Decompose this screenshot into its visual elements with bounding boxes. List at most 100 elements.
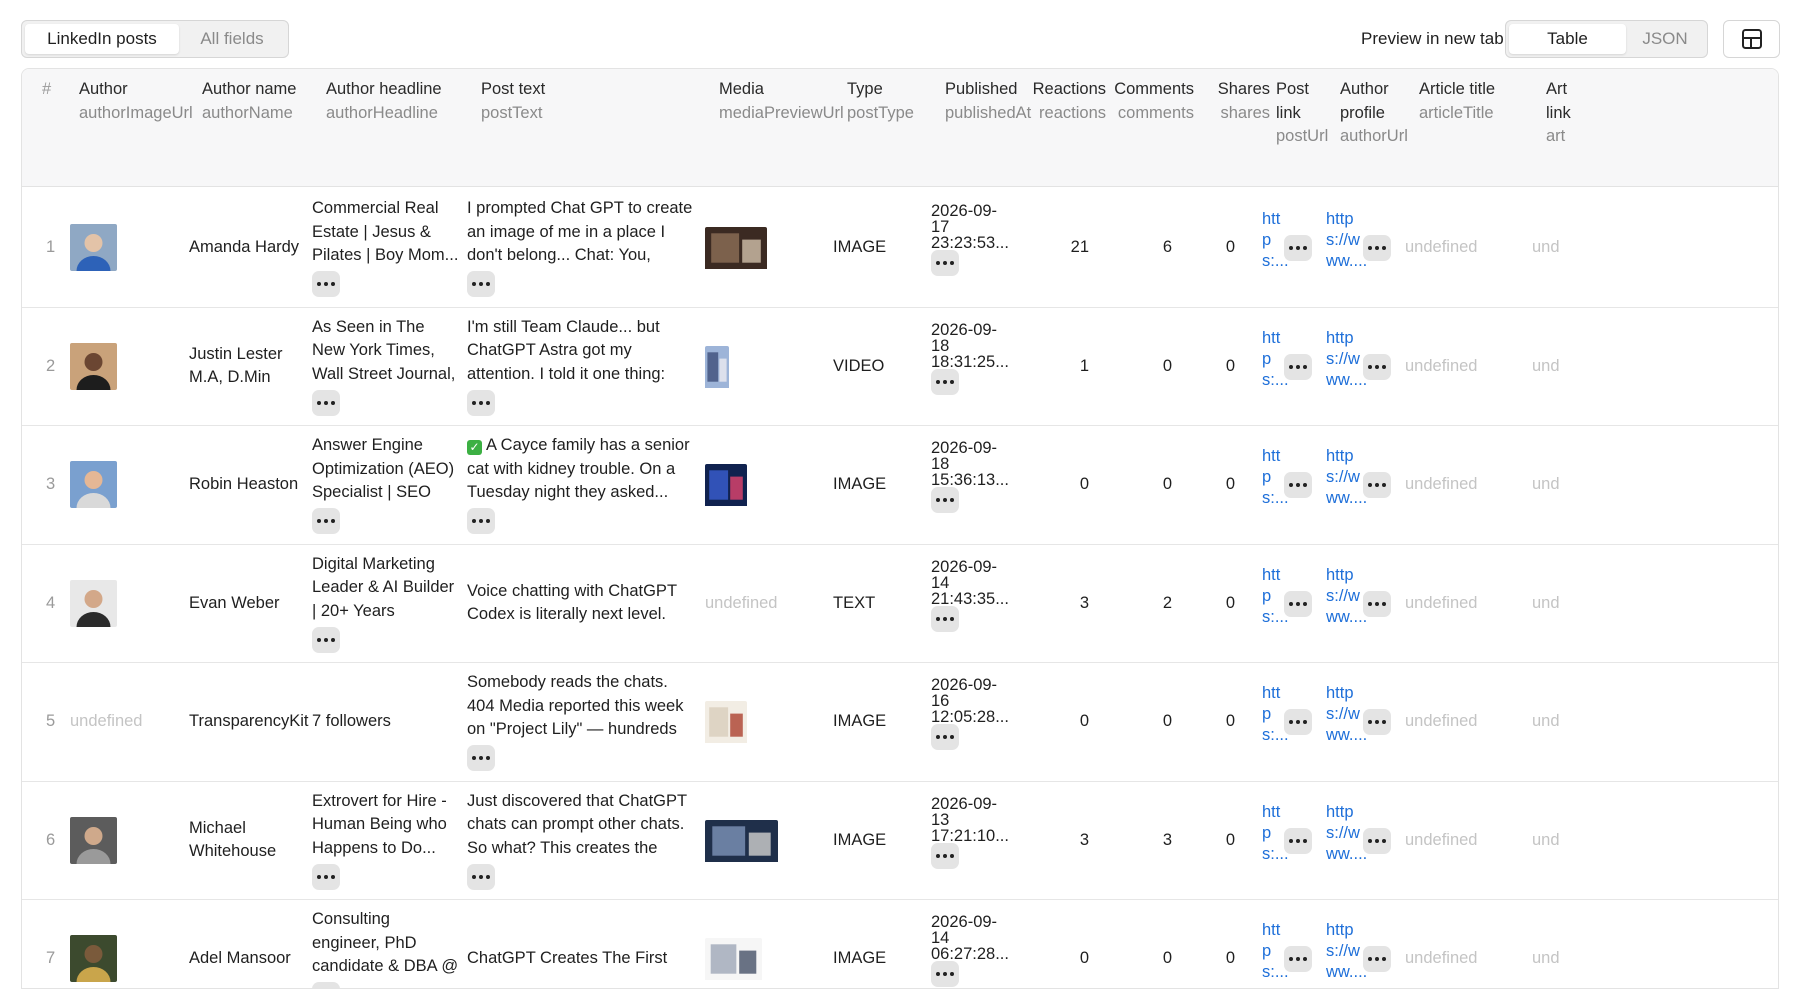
expand-profile-link-button[interactable] (1363, 827, 1391, 854)
expand-published-button[interactable] (931, 724, 959, 750)
expand-profile-link-button[interactable] (1363, 472, 1391, 499)
expand-post-text-button[interactable] (467, 745, 495, 771)
expand-profile-link-button[interactable] (1363, 590, 1391, 617)
profile-link-part: http (1326, 565, 1354, 584)
expand-published-button[interactable] (931, 368, 959, 395)
column-header-1[interactable]: Author authorImageUrl (79, 78, 199, 125)
column-title: Published (945, 80, 1018, 98)
author-profile-link[interactable]: http s://w ww.... (1326, 683, 1367, 746)
media-preview[interactable] (705, 464, 747, 511)
post-link-part: htt (1262, 328, 1281, 347)
expand-post-text-button[interactable] (467, 389, 495, 416)
row-number: 3 (46, 475, 56, 494)
column-header-5[interactable]: Media mediaPreviewUrl (719, 78, 844, 125)
table-row: 4 Evan Weber Digital Marketing Leader & AI… (22, 544, 1778, 663)
column-header-13[interactable]: Article title articleTitle (1419, 78, 1539, 125)
expand-post-link-button[interactable] (1284, 946, 1312, 973)
expand-headline-button[interactable] (312, 508, 340, 534)
column-header-0[interactable]: # (42, 78, 62, 102)
author-headline: Commercial Real Estate | Jesus & Pilates… (312, 199, 459, 264)
expand-published-button[interactable] (931, 487, 959, 513)
preview-in-new-tab-link[interactable]: Preview in new tab (1361, 20, 1504, 58)
expand-profile-link-button[interactable] (1363, 235, 1391, 262)
expand-post-link-button[interactable] (1284, 235, 1312, 262)
author-headline: Digital Marketing Leader & AI Builder | … (312, 554, 455, 620)
media-preview[interactable] (705, 938, 762, 985)
column-header-7[interactable]: Published publishedAt (945, 78, 1031, 125)
article-link: und (1532, 712, 1560, 731)
expand-published-button[interactable] (931, 605, 959, 632)
layout-toggle-button[interactable] (1723, 20, 1780, 58)
post-type: VIDEO (833, 356, 885, 375)
column-header-8[interactable]: Reactions reactions (1028, 78, 1106, 125)
expand-published-button[interactable] (931, 250, 959, 276)
expand-post-link-button[interactable] (1284, 590, 1312, 617)
column-key: articleTitle (1419, 103, 1494, 122)
expand-post-text-button[interactable] (467, 508, 495, 534)
column-header-12[interactable]: Author profile authorUrl (1340, 78, 1410, 149)
expand-published-button[interactable] (931, 842, 959, 869)
tab-linkedin-posts[interactable]: LinkedIn posts (25, 24, 179, 54)
media-preview[interactable] (705, 701, 747, 748)
expand-post-text-button[interactable] (467, 863, 495, 890)
author-profile-link[interactable]: http s://w ww.... (1326, 328, 1367, 391)
column-header-6[interactable]: Type postType (847, 78, 942, 125)
expand-headline-button[interactable] (312, 271, 340, 297)
author-profile-link[interactable]: http s://w ww.... (1326, 802, 1367, 865)
avatar[interactable] (70, 461, 117, 509)
expand-headline-button[interactable] (312, 863, 340, 890)
expand-profile-link-button[interactable] (1363, 946, 1391, 973)
avatar[interactable] (70, 342, 117, 390)
tab-table[interactable]: Table (1509, 24, 1626, 54)
expand-post-link-button[interactable] (1284, 472, 1312, 499)
avatar[interactable] (70, 224, 117, 272)
expand-profile-link-button[interactable] (1363, 353, 1391, 380)
shares-count: 0 (1225, 356, 1235, 375)
avatar[interactable] (70, 579, 117, 627)
author-profile-link[interactable]: http s://w ww.... (1326, 446, 1367, 509)
column-title: Art link (1546, 80, 1571, 122)
avatar[interactable] (70, 816, 117, 864)
expand-headline-button[interactable] (312, 389, 340, 416)
column-header-3[interactable]: Author headline authorHeadline (326, 78, 476, 125)
published-part: 18 (931, 455, 950, 473)
column-title: Type (847, 80, 883, 98)
post-text-content: I'm still Team Claude... but ChatGPT Ast… (467, 317, 666, 383)
media-preview[interactable] (705, 819, 778, 867)
expand-profile-link-button[interactable] (1363, 709, 1391, 736)
row-number: 4 (46, 593, 56, 612)
column-header-10[interactable]: Shares shares (1200, 78, 1270, 125)
article-link: und (1532, 475, 1560, 494)
avatar[interactable] (70, 935, 117, 983)
author-name: Michael Whitehouse (189, 818, 277, 861)
column-header-11[interactable]: Post link postUrl (1276, 78, 1336, 149)
author-name: Evan Weber (189, 593, 280, 612)
column-header-4[interactable]: Post text postText (481, 78, 716, 125)
expand-headline-button[interactable] (312, 982, 340, 988)
expand-post-link-button[interactable] (1284, 353, 1312, 380)
tab-all-fields[interactable]: All fields (179, 24, 285, 54)
tab-json[interactable]: JSON (1626, 24, 1704, 54)
column-header-2[interactable]: Author name authorName (202, 78, 322, 125)
expand-headline-button[interactable] (312, 626, 340, 653)
table-row: 2 Justin Lester M.A, D.Min As Seen in The … (22, 307, 1778, 426)
author-profile-link[interactable]: http s://w ww.... (1326, 209, 1367, 272)
media-preview[interactable] (705, 227, 767, 274)
column-title: Comments (1114, 80, 1194, 98)
published-part: 14 (931, 929, 950, 947)
column-title: Reactions (1032, 80, 1106, 98)
row-number: 1 (46, 238, 56, 257)
expand-post-link-button[interactable] (1284, 709, 1312, 736)
column-header-9[interactable]: Comments comments (1110, 78, 1194, 125)
expand-published-button[interactable] (931, 961, 959, 987)
expand-post-text-button[interactable] (467, 271, 495, 297)
column-title: Shares (1217, 80, 1270, 98)
author-profile-link[interactable]: http s://w ww.... (1326, 565, 1367, 628)
expand-post-link-button[interactable] (1284, 827, 1312, 854)
post-link-part: htt (1262, 684, 1281, 702)
author-profile-link[interactable]: http s://w ww.... (1326, 920, 1367, 983)
table-row: 7 Adel Mansoor Consulting engineer, PhD ca… (22, 900, 1778, 988)
results-table: # Author authorImageUrl Author name authorNa… (21, 68, 1779, 989)
column-header-14[interactable]: Art link art (1546, 78, 1586, 149)
media-preview[interactable] (705, 345, 729, 393)
